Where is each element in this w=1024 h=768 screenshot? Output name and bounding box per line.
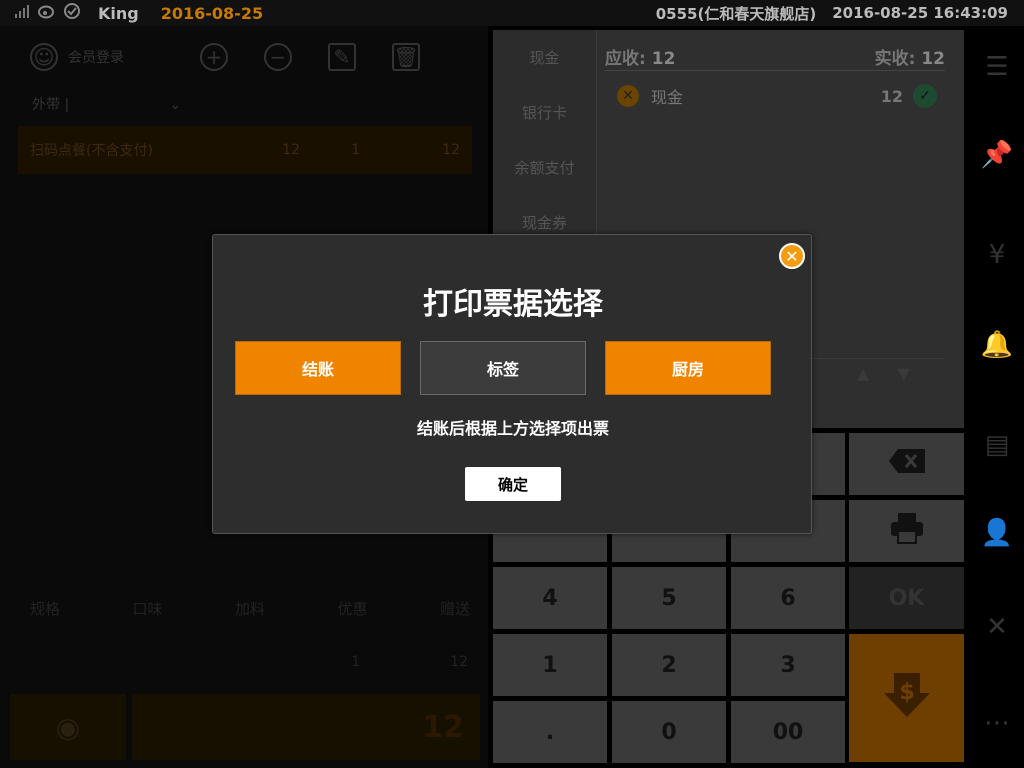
checkout-button[interactable]: $	[849, 634, 964, 762]
received-label: 实收:	[874, 49, 916, 69]
status-bar: King 2016-08-25 0555(仁和春天旗舰店) 2016-08-25…	[0, 0, 1024, 26]
method-bank-card[interactable]: 银行卡	[493, 85, 596, 140]
arrow-up-icon[interactable]: ▲	[857, 364, 869, 383]
dialog-title: 打印票据选择	[423, 287, 603, 322]
printer-icon	[890, 512, 924, 550]
dollar-down-icon: $	[882, 671, 932, 725]
backspace-button[interactable]	[849, 433, 964, 495]
member-login-label: 会员登录	[68, 50, 124, 66]
order-toolbar: ☺ 会员登录 + − ✎ 🗑	[0, 26, 488, 88]
option-kitchen-label: 厨房	[671, 360, 704, 379]
tab-discount[interactable]: 优惠	[337, 598, 367, 619]
key-6[interactable]: 6	[731, 567, 845, 629]
bell-icon[interactable]: 🔔	[980, 328, 1014, 362]
ok-button[interactable]: OK	[849, 567, 964, 629]
right-sidebar: ☰ 📌 ¥ 🔔 ▤ 👤 ✕ ⋯	[970, 30, 1024, 768]
tab-addon[interactable]: 加料	[235, 598, 265, 619]
clipboard-icon[interactable]: ☰	[980, 50, 1014, 84]
signal-icon	[14, 4, 30, 23]
print-receipt-dialog: ✕ 打印票据选择 结账 标签 厨房 结账后根据上方选择项出票 确定	[212, 234, 812, 534]
order-item-total: 12	[442, 142, 460, 158]
bottom-total-value: 12	[422, 709, 464, 745]
add-icon[interactable]: +	[200, 43, 228, 71]
dialog-hint: 结账后根据上方选择项出票	[416, 419, 609, 438]
key-3[interactable]: 3	[731, 634, 845, 696]
item-option-tabs: 规格 口味 加料 优惠 赠送	[30, 598, 470, 619]
received-value: 12	[921, 49, 945, 69]
subtotal-amount: 12	[450, 654, 468, 670]
coupon-icon[interactable]: ¥	[980, 238, 1014, 272]
tab-flavor[interactable]: 口味	[132, 598, 162, 619]
subtotal-qty: 1	[351, 654, 361, 670]
edit-icon[interactable]: ✎	[328, 43, 356, 71]
close-icon: ✕	[785, 246, 799, 266]
order-item-price: 12	[282, 142, 300, 158]
subtotal-row: 1 12	[30, 654, 468, 670]
tab-gift[interactable]: 赠送	[440, 598, 470, 619]
key-dot[interactable]: .	[493, 701, 607, 763]
key-1[interactable]: 1	[493, 634, 607, 696]
key-5[interactable]: 5	[612, 567, 726, 629]
option-kitchen[interactable]: 厨房	[605, 341, 771, 395]
store-name: 0555(仁和春天旗舰店)	[655, 4, 817, 23]
order-item-qty: 1	[351, 142, 360, 158]
check-circle-icon	[64, 3, 80, 23]
member-icon: ☺	[30, 43, 58, 71]
svg-text:$: $	[899, 680, 914, 705]
payment-summary: 应收: 12 实收: 12	[605, 44, 945, 69]
option-label[interactable]: 标签	[420, 341, 586, 395]
username: King	[98, 3, 139, 23]
method-cash[interactable]: 现金	[493, 30, 596, 85]
order-mode-select[interactable]: 外带 | ⌄	[32, 94, 181, 114]
option-label-label: 标签	[486, 360, 519, 379]
status-icons	[0, 3, 80, 23]
due-label: 应收:	[605, 49, 646, 69]
clock: 2016-08-25 16:43:09	[832, 4, 1008, 22]
order-bottom-bar: ◉ 12	[10, 694, 480, 760]
order-item-name: 扫码点餐(不含支付)	[30, 143, 153, 159]
arrow-down-icon[interactable]: ▼	[897, 364, 909, 383]
order-item-row[interactable]: 扫码点餐(不含支付) 12 1 12	[18, 126, 472, 174]
payment-line-method: 现金	[651, 88, 684, 107]
pig-icon[interactable]: ◉	[10, 694, 126, 760]
check-icon: ✓	[913, 84, 937, 108]
print-button[interactable]	[849, 500, 964, 562]
remove-payment-icon[interactable]: ✕	[617, 85, 639, 107]
key-4[interactable]: 4	[493, 567, 607, 629]
member-login-button[interactable]: ☺ 会员登录	[30, 43, 124, 71]
divider	[605, 70, 945, 71]
close-icon[interactable]: ✕	[980, 610, 1014, 644]
weibo-icon	[38, 3, 56, 23]
confirm-button[interactable]: 确定	[465, 467, 561, 501]
tab-spec[interactable]: 规格	[30, 598, 60, 619]
payment-line: ✕ 现金 12 ✓	[617, 82, 937, 110]
more-icon[interactable]: ⋯	[980, 706, 1014, 740]
option-checkout-label: 结账	[301, 360, 334, 379]
business-date: 2016-08-25	[160, 3, 264, 23]
minus-icon[interactable]: −	[264, 43, 292, 71]
key-00[interactable]: 00	[731, 701, 845, 763]
backspace-icon	[888, 448, 926, 480]
due-value: 12	[651, 49, 676, 69]
payment-line-amount: 12	[880, 86, 903, 106]
order-mode-label: 外带 |	[32, 97, 70, 113]
scroll-arrows: ▲ ▼	[857, 364, 910, 383]
trash-icon[interactable]: 🗑	[392, 43, 420, 71]
method-balance[interactable]: 余额支付	[493, 140, 596, 195]
bottom-total[interactable]: 12	[132, 694, 480, 760]
cashier-icon[interactable]: 👤	[980, 516, 1014, 550]
option-checkout[interactable]: 结账	[235, 341, 401, 395]
key-2[interactable]: 2	[612, 634, 726, 696]
chevron-down-icon: ⌄	[169, 97, 182, 113]
pin-icon[interactable]: 📌	[980, 138, 1014, 172]
dialog-close-button[interactable]: ✕	[779, 243, 805, 269]
drawer-icon[interactable]: ▤	[980, 428, 1014, 462]
key-0[interactable]: 0	[612, 701, 726, 763]
